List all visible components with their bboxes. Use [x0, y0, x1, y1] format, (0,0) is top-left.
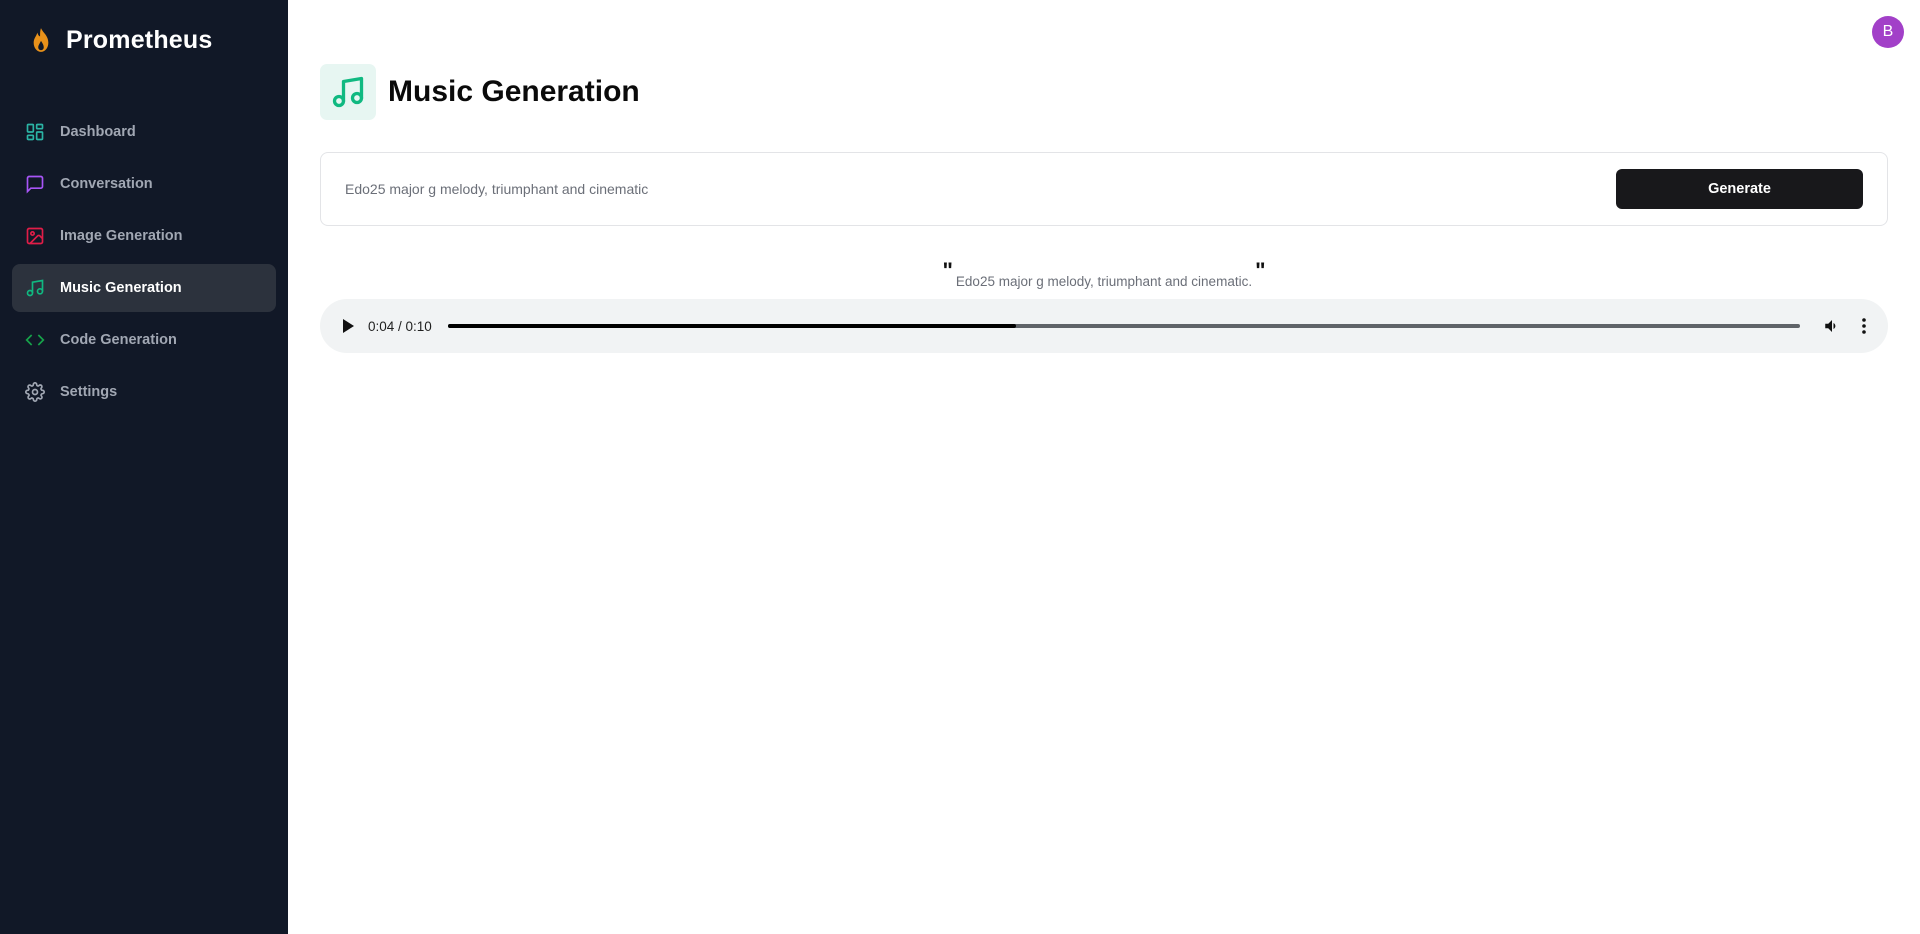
sidebar-item-label: Music Generation — [60, 280, 182, 296]
sidebar-item-label: Settings — [60, 384, 118, 400]
sidebar-item-image-generation[interactable]: Image Generation — [12, 212, 276, 260]
volume-icon — [1825, 320, 1836, 332]
seek-slider[interactable] — [447, 324, 1800, 328]
sidebar-item-label: Conversation — [60, 176, 153, 192]
close-quote: " — [1255, 258, 1266, 283]
time-display: 0:04 / 0:10 — [368, 318, 432, 334]
music-icon — [320, 64, 376, 120]
seek-progress — [447, 324, 1016, 328]
flame-icon — [33, 28, 49, 52]
generate-button[interactable]: Generate — [1616, 169, 1863, 209]
sidebar-item-label: Code Generation — [60, 332, 177, 348]
settings-icon — [25, 382, 45, 402]
prompt-form: Generate — [320, 152, 1888, 226]
result-prompt-text: Edo25 major g melody, triumphant and cin… — [955, 274, 1253, 289]
app-root: Prometheus Dashboard Conversation Image … — [0, 0, 1920, 934]
main-content: B Music Generation Generate " Edo25 majo… — [288, 0, 1920, 934]
sidebar-item-music-generation[interactable]: Music Generation — [12, 264, 276, 312]
result-caption: " Edo25 major g melody, triumphant and c… — [320, 258, 1888, 290]
more-options-button[interactable] — [1854, 316, 1874, 336]
sidebar-item-settings[interactable]: Settings — [12, 368, 276, 416]
image-icon — [25, 226, 45, 246]
open-quote: " — [942, 258, 953, 283]
page-header: Music Generation — [320, 64, 1888, 120]
sidebar-item-code-generation[interactable]: Code Generation — [12, 316, 276, 364]
sidebar-item-label: Image Generation — [60, 228, 183, 244]
more-vertical-icon — [1862, 318, 1866, 334]
music-icon — [25, 278, 45, 298]
brand-name: Prometheus — [66, 25, 213, 54]
prompt-input[interactable] — [345, 181, 1616, 197]
code-icon — [25, 330, 45, 350]
play-icon — [343, 319, 354, 333]
play-button[interactable] — [338, 316, 358, 336]
sidebar-item-dashboard[interactable]: Dashboard — [12, 108, 276, 156]
audio-player: 0:04 / 0:10 — [320, 299, 1888, 353]
sidebar-item-label: Dashboard — [60, 124, 136, 140]
sidebar-item-conversation[interactable]: Conversation — [12, 160, 276, 208]
sidebar: Prometheus Dashboard Conversation Image … — [0, 0, 288, 934]
page-title: Music Generation — [388, 75, 640, 108]
volume-button[interactable] — [1822, 316, 1842, 336]
dashboard-icon — [25, 122, 45, 142]
sidebar-nav: Dashboard Conversation Image Generation … — [12, 108, 276, 416]
message-icon — [25, 174, 45, 194]
brand[interactable]: Prometheus — [12, 0, 276, 80]
user-avatar[interactable]: B — [1872, 16, 1904, 48]
